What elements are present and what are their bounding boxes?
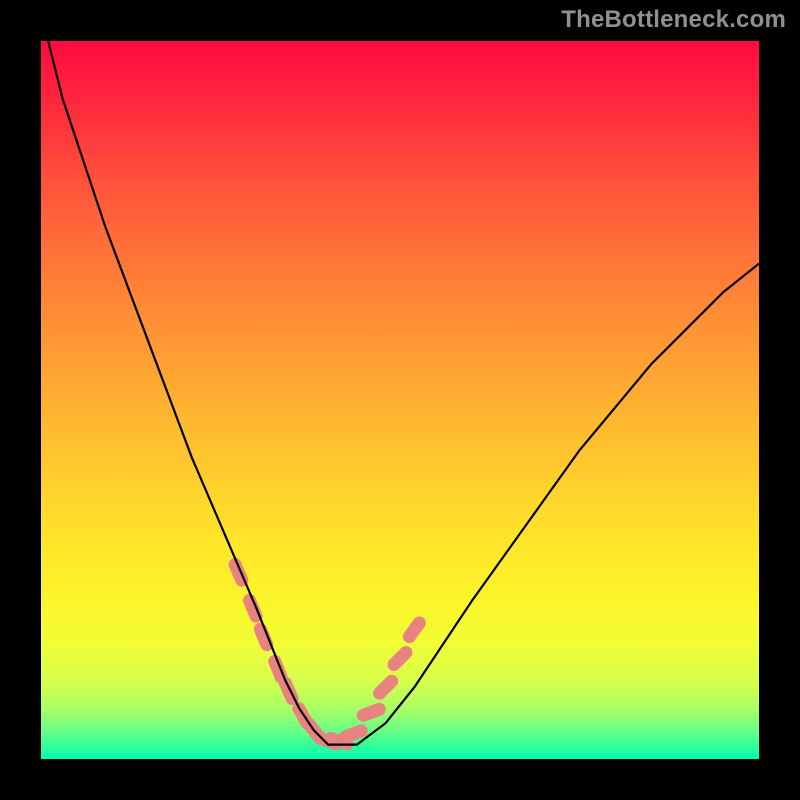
chart-plot-area: [41, 41, 759, 759]
frame-bottom: [0, 759, 800, 800]
highlight-marker: [400, 614, 428, 646]
watermark-text: TheBottleneck.com: [561, 6, 786, 34]
highlight-markers-group: [227, 556, 429, 752]
frame-right: [759, 0, 800, 800]
chart-svg: [41, 41, 759, 759]
highlight-marker: [385, 643, 415, 673]
highlight-marker: [370, 672, 400, 702]
highlight-marker: [355, 701, 388, 724]
highlight-marker: [337, 723, 370, 746]
frame-left: [0, 0, 41, 800]
